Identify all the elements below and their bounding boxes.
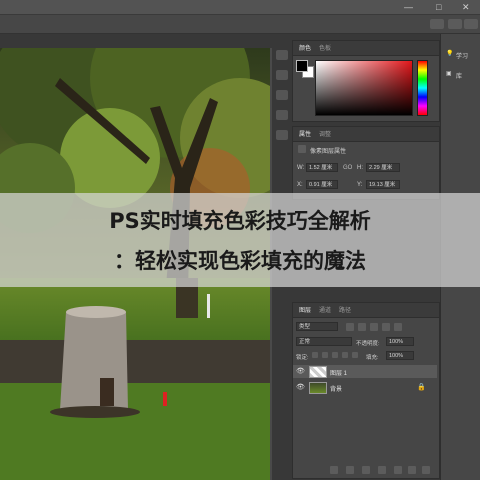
banner-title-line-2: ：轻松实现色彩填充的魔法 [114,249,366,273]
layer-row[interactable]: 👁 图层 1 [293,365,437,378]
paragraph-icon[interactable] [276,110,288,120]
new-group-icon[interactable] [394,466,402,474]
width-label: W: [297,165,305,171]
tab-properties[interactable]: 属性 [299,129,311,138]
x-label: X: [297,182,303,188]
learn-panel-label[interactable]: 学习 [456,51,468,60]
pixel-layer-icon [298,145,306,153]
visibility-eye-icon[interactable]: 👁 [296,383,305,391]
layer-name: 图层 1 [330,371,348,377]
tab-paths[interactable]: 路径 [339,305,351,314]
layer-style-icon[interactable] [346,466,354,474]
minimize-button[interactable]: — [404,1,413,13]
lock-label: 锁定: [296,355,309,361]
lock-pixels-icon[interactable] [312,352,318,358]
y-field[interactable]: 19.13 厘米 [366,180,400,189]
opacity-field[interactable]: 100% [386,337,414,346]
color-field-picker[interactable] [315,60,413,116]
lock-icon: 🔒 [417,384,426,391]
options-bar [0,15,480,34]
x-field[interactable]: 0.91 厘米 [306,180,338,189]
foreground-color-swatch[interactable] [296,60,308,72]
banner-title-line-1: PS实时填充色彩技巧全解析 [109,209,371,233]
properties-section-label: 像素图层属性 [310,149,347,155]
width-field[interactable]: 1.52 厘米 [306,163,338,172]
libraries-panel-label[interactable]: 库 [456,71,462,80]
visibility-eye-icon[interactable]: 👁 [296,367,305,375]
maximize-button[interactable]: □ [436,1,441,13]
lock-move-icon[interactable] [332,352,338,358]
lock-all-icon[interactable] [352,352,358,358]
swatch-icon[interactable] [276,130,288,140]
delete-layer-icon[interactable] [422,466,430,474]
tab-channels[interactable]: 通道 [319,305,331,314]
y-label: Y: [357,182,363,188]
brush-icon[interactable] [276,70,288,80]
height-field[interactable]: 2.29 厘米 [366,163,400,172]
tab-adjustments[interactable]: 调整 [319,129,331,138]
filter-type-icon[interactable] [370,323,378,331]
layer-row[interactable]: 👁 背景 🔒 [293,381,437,394]
height-label: H: [357,165,363,171]
tab-layers[interactable]: 图层 [299,305,311,314]
fill-label: 填充: [366,355,379,361]
share-icon[interactable] [464,19,478,29]
filter-pixel-icon[interactable] [346,323,354,331]
filter-shape-icon[interactable] [382,323,390,331]
hue-slider[interactable] [417,60,428,116]
color-panel-tabs: 颜色 色板 [293,41,439,56]
character-icon[interactable] [276,90,288,100]
lock-artboard-icon[interactable] [342,352,348,358]
libraries-icon[interactable]: ▣ [446,70,452,77]
filter-adjust-icon[interactable] [358,323,366,331]
history-icon[interactable] [276,50,288,60]
add-mask-icon[interactable] [362,466,370,474]
adjustment-layer-icon[interactable] [378,466,386,474]
link-layers-icon[interactable] [330,466,338,474]
tab-color[interactable]: 颜色 [299,43,311,52]
layer-thumbnail [309,382,327,394]
opacity-label: 不透明度: [356,341,380,347]
search-icon[interactable] [430,19,444,29]
layer-name: 背景 [330,387,343,393]
blend-mode-select[interactable]: 正常 [296,337,352,346]
tab-swatches[interactable]: 色板 [319,43,331,52]
new-layer-icon[interactable] [408,466,416,474]
layer-filter-select[interactable]: 类型 [296,322,338,331]
fill-field[interactable]: 100% [386,351,414,360]
filter-smart-icon[interactable] [394,323,402,331]
workspace-icon[interactable] [448,19,462,29]
link-dimensions-icon[interactable]: GO [343,165,352,171]
lock-paint-icon[interactable] [322,352,328,358]
properties-panel-tabs: 属性 调整 [293,127,439,142]
document-tab-strip [0,34,272,48]
layer-thumbnail [309,366,327,378]
menu-bar: — □ ✕ [0,0,480,15]
layers-panel-tabs: 图层 通道 路径 [293,303,439,318]
learn-icon[interactable]: 💡 [446,50,453,57]
close-button[interactable]: ✕ [462,1,470,13]
